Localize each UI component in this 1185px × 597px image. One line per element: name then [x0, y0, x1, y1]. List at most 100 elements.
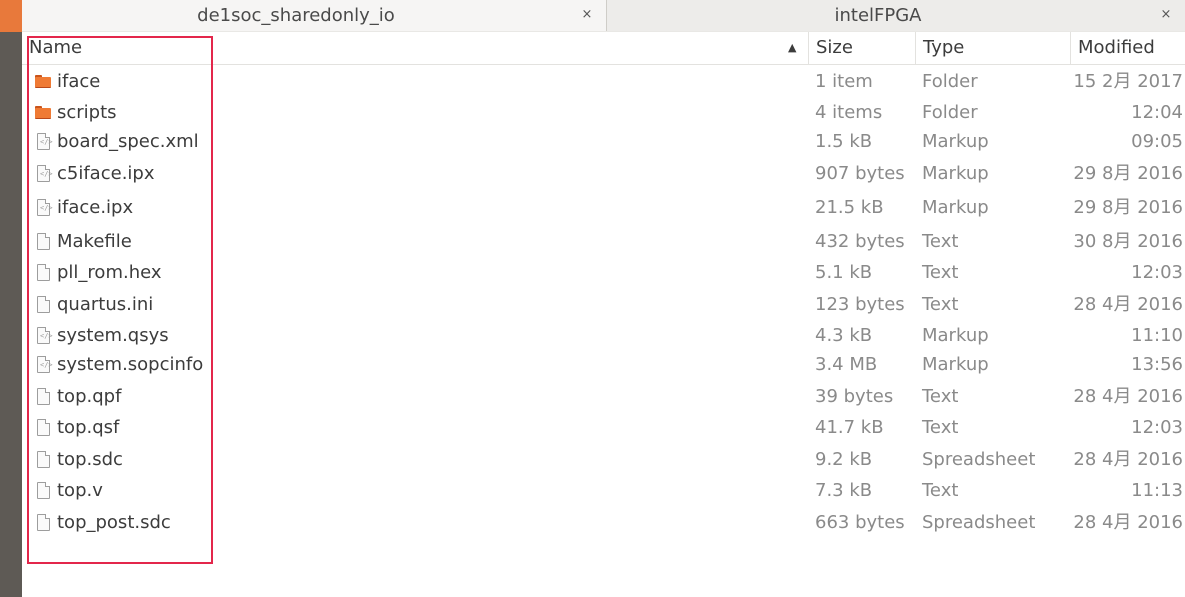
launcher-dock	[0, 0, 22, 597]
file-row[interactable]: quartus.ini 123 bytes Text 28 4月 2016	[22, 291, 1185, 319]
file-size: 3.4 MB	[815, 354, 878, 375]
file-modified: 30 8月 2016	[1073, 231, 1183, 252]
text-file-icon	[35, 477, 53, 505]
text-file-icon	[35, 291, 53, 319]
file-modified: 12:03	[1131, 417, 1183, 438]
file-size: 4 items	[815, 102, 883, 123]
file-name: top.qsf	[57, 417, 120, 438]
file-modified: 28 4月 2016	[1073, 449, 1183, 470]
column-header: Name ▲ Size Type Modified	[22, 32, 1185, 65]
file-type: Text	[922, 294, 959, 315]
column-modified-label: Modified	[1078, 37, 1155, 58]
file-type: Text	[922, 417, 959, 438]
file-size: 21.5 kB	[815, 197, 884, 218]
file-name: Makefile	[57, 231, 132, 252]
column-size-label: Size	[816, 37, 853, 58]
file-row[interactable]: </> system.sopcinfo 3.4 MB Markup 13:56	[22, 351, 1185, 379]
file-name: iface.ipx	[57, 197, 134, 218]
file-modified: 11:13	[1131, 480, 1183, 501]
file-type: Text	[922, 231, 959, 252]
column-type-label: Type	[923, 37, 965, 58]
file-size: 123 bytes	[815, 294, 905, 315]
file-modified: 29 8月 2016	[1073, 197, 1183, 218]
file-size: 9.2 kB	[815, 449, 873, 470]
close-icon[interactable]: ×	[1157, 0, 1175, 31]
file-name: quartus.ini	[57, 294, 154, 315]
file-type: Text	[922, 262, 959, 283]
markup-file-icon: </>	[35, 351, 53, 379]
file-size: 7.3 kB	[815, 480, 873, 501]
file-row[interactable]: scripts 4 items Folder 12:04	[22, 99, 1185, 127]
tab-intelfpga[interactable]: intelFPGA ×	[607, 0, 1185, 31]
markup-file-icon: </>	[35, 194, 53, 222]
file-row[interactable]: </> c5iface.ipx 907 bytes Markup 29 8月 2016	[22, 160, 1185, 188]
tab-label: intelFPGA	[834, 5, 922, 26]
file-row[interactable]: top.sdc 9.2 kB Spreadsheet 28 4月 2016	[22, 446, 1185, 474]
file-modified: 28 4月 2016	[1073, 386, 1183, 407]
file-name: board_spec.xml	[57, 131, 199, 152]
file-name: scripts	[57, 102, 117, 123]
sort-ascending-icon: ▲	[788, 41, 797, 54]
close-icon[interactable]: ×	[578, 0, 596, 31]
file-size: 39 bytes	[815, 386, 894, 407]
file-modified: 28 4月 2016	[1073, 512, 1183, 533]
file-modified: 12:03	[1131, 262, 1183, 283]
file-size: 663 bytes	[815, 512, 905, 533]
markup-file-icon: </>	[35, 322, 53, 350]
file-type: Markup	[922, 197, 989, 218]
column-header-name[interactable]: Name	[22, 32, 808, 64]
file-name: pll_rom.hex	[57, 262, 162, 283]
file-type: Text	[922, 386, 959, 407]
column-header-type[interactable]: Type	[915, 32, 1070, 64]
file-modified: 09:05	[1131, 131, 1183, 152]
text-file-icon	[35, 259, 53, 287]
file-name: top.qpf	[57, 386, 122, 407]
file-name: system.qsys	[57, 325, 169, 346]
file-row[interactable]: top_post.sdc 663 bytes Spreadsheet 28 4月 20…	[22, 509, 1185, 537]
file-type: Folder	[922, 102, 978, 123]
file-name: system.sopcinfo	[57, 354, 204, 375]
file-modified: 15 2月 2017	[1073, 71, 1183, 92]
file-name: iface	[57, 71, 101, 92]
folder-icon	[35, 99, 53, 127]
file-name: top.v	[57, 480, 103, 501]
file-name: c5iface.ipx	[57, 163, 155, 184]
file-type: Spreadsheet	[922, 512, 1036, 533]
file-row[interactable]: Makefile 432 bytes Text 30 8月 2016	[22, 228, 1185, 256]
file-type: Markup	[922, 354, 989, 375]
file-size: 5.1 kB	[815, 262, 873, 283]
file-size: 432 bytes	[815, 231, 905, 252]
file-size: 4.3 kB	[815, 325, 873, 346]
file-row[interactable]: top.v 7.3 kB Text 11:13	[22, 477, 1185, 505]
folder-icon	[35, 68, 53, 96]
file-name: top.sdc	[57, 449, 123, 470]
file-size: 41.7 kB	[815, 417, 884, 438]
file-modified: 29 8月 2016	[1073, 163, 1183, 184]
file-row[interactable]: pll_rom.hex 5.1 kB Text 12:03	[22, 259, 1185, 287]
file-row[interactable]: iface 1 item Folder 15 2月 2017	[22, 68, 1185, 96]
file-row[interactable]: top.qsf 41.7 kB Text 12:03	[22, 414, 1185, 442]
column-header-modified[interactable]: Modified	[1070, 32, 1185, 64]
column-name-label: Name	[29, 37, 83, 58]
column-header-size[interactable]: Size	[808, 32, 915, 64]
file-name: top_post.sdc	[57, 512, 171, 533]
tab-de1soc-sharedonly-io[interactable]: de1soc_sharedonly_io ×	[22, 0, 607, 31]
file-row[interactable]: </> system.qsys 4.3 kB Markup 11:10	[22, 322, 1185, 350]
text-file-icon	[35, 383, 53, 411]
file-modified: 28 4月 2016	[1073, 294, 1183, 315]
file-modified: 11:10	[1131, 325, 1183, 346]
text-file-icon	[35, 414, 53, 442]
file-type: Spreadsheet	[922, 449, 1036, 470]
tab-bar: de1soc_sharedonly_io × intelFPGA ×	[22, 0, 1185, 33]
file-row[interactable]: </> iface.ipx 21.5 kB Markup 29 8月 2016	[22, 194, 1185, 222]
file-type: Markup	[922, 163, 989, 184]
file-row[interactable]: top.qpf 39 bytes Text 28 4月 2016	[22, 383, 1185, 411]
text-file-icon	[35, 446, 53, 474]
text-file-icon	[35, 228, 53, 256]
file-row[interactable]: </> board_spec.xml 1.5 kB Markup 09:05	[22, 128, 1185, 156]
markup-file-icon: </>	[35, 128, 53, 156]
file-size: 1 item	[815, 71, 873, 92]
text-file-icon	[35, 509, 53, 537]
file-type: Text	[922, 480, 959, 501]
markup-file-icon: </>	[35, 160, 53, 188]
